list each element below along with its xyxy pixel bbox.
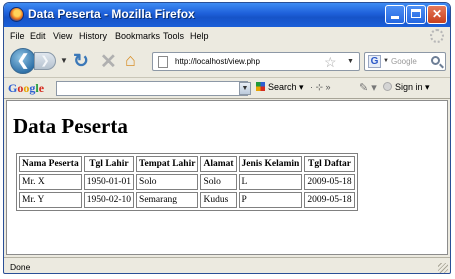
engine-dropdown-icon[interactable]: ▼ — [383, 58, 389, 64]
forward-arrow-icon: ❯ — [40, 55, 50, 67]
sign-in-label: Sign in — [395, 82, 423, 92]
column-header-tempat-lahir: Tempat Lahir — [136, 156, 199, 172]
menu-history[interactable]: History — [79, 31, 107, 41]
page-icon — [158, 56, 168, 68]
url-text[interactable]: http://localhost/view.php — [175, 57, 260, 66]
home-icon[interactable]: ⌂ — [125, 50, 136, 71]
menu-bookmarks[interactable]: Bookmarks — [115, 31, 160, 41]
table-header-row: Nama Peserta Tgl Lahir Tempat Lahir Alam… — [19, 156, 355, 172]
table-cell: 1950-02-10 — [83, 192, 135, 208]
google-engine-icon[interactable]: G — [368, 55, 381, 68]
table-cell: 1950-01-01 — [83, 174, 135, 190]
google-search-button[interactable]: Search ▾ — [256, 82, 304, 93]
menu-view[interactable]: View — [53, 31, 72, 41]
column-header-alamat: Alamat — [200, 156, 237, 172]
table-cell: P — [238, 192, 303, 208]
firefox-logo-icon — [9, 7, 24, 22]
status-bar: Done — [4, 257, 450, 273]
magnifier-icon[interactable] — [431, 56, 440, 65]
bookmark-star-icon[interactable]: ☆ — [324, 54, 337, 71]
back-arrow-icon: ❮ — [16, 52, 30, 69]
minimize-button[interactable] — [385, 5, 405, 24]
google-search-dropdown-icon[interactable]: ▼ — [239, 82, 251, 95]
table-cell: Solo — [136, 174, 199, 190]
google-toolbar: Google ▼ Search ▾ · ⊹ » ✎ ▾ Sign in ▾ — [4, 77, 450, 99]
sign-in-button[interactable]: Sign in ▾ — [383, 82, 430, 93]
table-cell: Mr. Y — [19, 192, 82, 208]
minimize-icon — [391, 16, 399, 19]
stop-icon[interactable]: ✕ — [100, 49, 117, 74]
history-dropdown-icon[interactable]: ▼ — [60, 56, 68, 65]
close-button[interactable]: ✕ — [427, 5, 447, 24]
search-placeholder: Google — [391, 57, 417, 66]
window-title: Data Peserta - Mozilla Firefox — [28, 7, 195, 21]
table-cell: Semarang — [136, 192, 199, 208]
maximize-button[interactable] — [406, 5, 426, 24]
google-flag-icon — [256, 82, 265, 91]
menu-bar: File Edit View History Bookmarks Tools H… — [4, 27, 450, 45]
participants-table: Nama Peserta Tgl Lahir Tempat Lahir Alam… — [16, 153, 358, 211]
column-header-tgl-daftar: Tgl Daftar — [304, 156, 355, 172]
title-bar[interactable]: Data Peserta - Mozilla Firefox ✕ — [4, 3, 450, 27]
toolbar-extras[interactable]: · ⊹ » — [310, 82, 331, 93]
back-button[interactable]: ❮ — [10, 48, 36, 74]
table-cell: Solo — [200, 174, 237, 190]
url-dropdown-icon[interactable]: ▼ — [347, 58, 354, 65]
table-cell: L — [238, 174, 303, 190]
url-bar[interactable]: http://localhost/view.php ☆ ▼ — [152, 52, 360, 71]
table-cell: 2009-05-18 — [304, 174, 355, 190]
menu-help[interactable]: Help — [190, 31, 209, 41]
browser-window: Data Peserta - Mozilla Firefox ✕ File Ed… — [3, 2, 451, 274]
signin-icon — [383, 82, 392, 91]
search-box[interactable]: G ▼ Google — [364, 52, 446, 71]
resize-grip-icon[interactable] — [438, 263, 448, 273]
column-header-jenis-kelamin: Jenis Kelamin — [238, 156, 303, 172]
table-row: Mr. X 1950-01-01 Solo Solo L 2009-05-18 — [19, 174, 355, 190]
column-header-nama-peserta: Nama Peserta — [19, 156, 82, 172]
throbber-icon — [430, 29, 444, 43]
table-cell: Mr. X — [19, 174, 82, 190]
google-logo[interactable]: Google — [8, 81, 44, 96]
page-title: Data Peserta — [13, 114, 128, 138]
table-cell: 2009-05-18 — [304, 192, 355, 208]
google-search-input[interactable] — [56, 81, 248, 96]
table-cell: Kudus — [200, 192, 237, 208]
status-text: Done — [10, 262, 31, 272]
wrench-icon[interactable]: ✎ ▾ — [359, 81, 377, 94]
menu-file[interactable]: File — [10, 31, 25, 41]
close-icon: ✕ — [431, 7, 443, 21]
column-header-tgl-lahir: Tgl Lahir — [83, 156, 135, 172]
page-content: Data Peserta Nama Peserta Tgl Lahir Temp… — [6, 100, 448, 255]
reload-icon[interactable]: ↻ — [73, 50, 89, 73]
table-row: Mr. Y 1950-02-10 Semarang Kudus P 2009-0… — [19, 192, 355, 208]
maximize-icon — [411, 9, 421, 18]
menu-tools[interactable]: Tools — [163, 31, 184, 41]
navigation-toolbar: ❮ ❯ ▼ ↻ ✕ ⌂ http://localhost/view.php ☆ … — [4, 45, 450, 77]
google-search-label: Search — [268, 82, 297, 92]
menu-edit[interactable]: Edit — [30, 31, 46, 41]
forward-button[interactable]: ❯ — [34, 52, 56, 70]
